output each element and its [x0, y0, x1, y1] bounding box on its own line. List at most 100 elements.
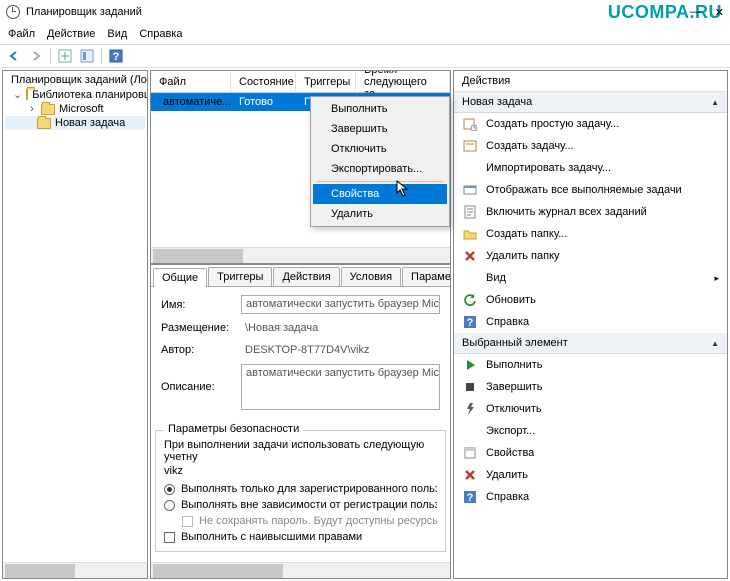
scrollbar-thumb[interactable]	[153, 564, 283, 578]
tree-library[interactable]: ⌄ Библиотека планировщ	[5, 87, 145, 102]
action-выполнить[interactable]: Выполнить	[454, 354, 727, 376]
tree-lib-label: Библиотека планировщ	[32, 89, 148, 101]
tab-conditions[interactable]: Условия	[341, 267, 401, 286]
action-удалить[interactable]: Удалить	[454, 464, 727, 486]
scrollbar-thumb[interactable]	[5, 564, 75, 578]
close-icon[interactable]: ✕	[715, 6, 724, 19]
action-отображать-все-выполняемые-задачи[interactable]: Отображать все выполняемые задачи	[454, 179, 727, 201]
delx-icon	[462, 248, 478, 264]
action-удалить-папку[interactable]: Удалить папку	[454, 245, 727, 267]
minimize-icon[interactable]: —	[690, 6, 701, 19]
action-создать-задачу-[interactable]: Создать задачу...	[454, 135, 727, 157]
action-label: Создать задачу...	[486, 140, 574, 152]
tab-params[interactable]: Параметры	[402, 267, 450, 286]
location-value: \Новая задача	[241, 320, 440, 336]
section-selected[interactable]: Выбранный элемент▲	[454, 333, 727, 354]
scrollbar-thumb[interactable]	[153, 249, 243, 263]
action-свойства[interactable]: Свойства	[454, 442, 727, 464]
description-label: Описание:	[161, 381, 241, 393]
section-new-task[interactable]: Новая задача▲	[454, 92, 727, 113]
ctx-export[interactable]: Экспортировать...	[313, 159, 447, 179]
ctx-delete[interactable]: Удалить	[313, 204, 447, 224]
check-no-password: Не сохранять пароль. Будут доступны ресу…	[164, 515, 437, 527]
collapse-icon[interactable]: ⌄	[13, 88, 22, 101]
action-label: Включить журнал всех заданий	[486, 206, 647, 218]
name-field[interactable]: автоматически запустить браузер Mic	[241, 295, 440, 314]
toolbar-btn-2[interactable]	[77, 46, 97, 66]
forward-button[interactable]	[26, 46, 46, 66]
menubar: Файл Действие Вид Справка	[0, 24, 730, 44]
action-справка[interactable]: ? Справка	[454, 311, 727, 333]
action-завершить[interactable]: Завершить	[454, 376, 727, 398]
expand-icon[interactable]: ›	[27, 103, 37, 115]
action-вид[interactable]: Вид▸	[454, 267, 727, 289]
action-label: Завершить	[486, 381, 542, 393]
action-экспорт-[interactable]: Экспорт...	[454, 420, 727, 442]
radio-label: Выполнять только для зарегистрированного…	[181, 483, 437, 495]
action-обновить[interactable]: Обновить	[454, 289, 727, 311]
action-label: Справка	[486, 316, 529, 328]
menu-view[interactable]: Вид	[107, 28, 127, 40]
menu-action[interactable]: Действие	[47, 28, 95, 40]
security-user: vikz	[164, 465, 437, 477]
general-form: Имя:автоматически запустить браузер Mic …	[151, 287, 450, 424]
check-highest-priv[interactable]: Выполнить с наивысшими правами	[164, 531, 437, 543]
ctx-end[interactable]: Завершить	[313, 119, 447, 139]
col-state[interactable]: Состояние	[231, 73, 296, 91]
folder-icon	[37, 118, 51, 129]
tab-general[interactable]: Общие	[153, 268, 207, 287]
action-создать-папку-[interactable]: Создать папку...	[454, 223, 727, 245]
window-title: Планировщик заданий	[26, 6, 142, 18]
security-legend: Параметры безопасности	[164, 423, 303, 435]
tab-actions[interactable]: Действия	[273, 267, 339, 286]
tree-microsoft[interactable]: › Microsoft	[5, 102, 145, 116]
tree-pane: Планировщик заданий (Лок ⌄ Библиотека пл…	[2, 70, 148, 579]
toolbar-btn-1[interactable]	[55, 46, 75, 66]
action-label: Обновить	[486, 294, 536, 306]
radio-any[interactable]: Выполнять вне зависимости от регистрации…	[164, 499, 437, 511]
back-button[interactable]	[4, 46, 24, 66]
check-label: Не сохранять пароль. Будут доступны ресу…	[199, 515, 437, 527]
task2-icon	[462, 138, 478, 154]
menu-help[interactable]: Справка	[139, 28, 182, 40]
separator	[317, 181, 443, 182]
tree-new-label: Новая задача	[55, 117, 125, 129]
tree-root[interactable]: Планировщик заданий (Лок	[5, 73, 145, 87]
tree-new-task[interactable]: Новая задача	[5, 116, 145, 130]
play-icon	[462, 357, 478, 373]
collapse-icon[interactable]: ▲	[711, 339, 719, 348]
action-импортировать-задачу-[interactable]: Импортировать задачу...	[454, 157, 727, 179]
description-field[interactable]: автоматически запустить браузер Mic	[241, 364, 440, 410]
action-отключить[interactable]: Отключить	[454, 398, 727, 420]
action-label: Вид	[486, 272, 506, 284]
folder-icon	[462, 226, 478, 242]
collapse-icon[interactable]: ▲	[711, 98, 719, 107]
menu-file[interactable]: Файл	[8, 28, 35, 40]
off-icon	[462, 401, 478, 417]
action-справка[interactable]: ?Справка	[454, 486, 727, 508]
col-triggers[interactable]: Триггеры	[296, 73, 356, 91]
window-controls: — ✕	[690, 6, 724, 19]
stop-icon	[462, 379, 478, 395]
ctx-disable[interactable]: Отключить	[313, 139, 447, 159]
svg-text:?: ?	[467, 317, 474, 329]
app-icon	[6, 5, 20, 19]
action-создать-простую-задачу-[interactable]: Создать простую задачу...	[454, 113, 727, 135]
action-label: Удалить	[486, 469, 528, 481]
ctx-run[interactable]: Выполнить	[313, 99, 447, 119]
actions-pane: Действия Новая задача▲ Создать простую з…	[453, 70, 728, 579]
security-text: При выполнении задачи использовать следу…	[164, 439, 437, 463]
help-icon: ?	[462, 489, 478, 505]
radio-icon	[164, 484, 175, 495]
col-file[interactable]: Файл	[151, 73, 231, 91]
svg-text:?: ?	[467, 492, 474, 504]
actions-title: Действия	[454, 71, 727, 92]
tab-triggers[interactable]: Триггеры	[208, 267, 272, 286]
radio-logged-on[interactable]: Выполнять только для зарегистрированного…	[164, 483, 437, 495]
ctx-properties[interactable]: Свойства	[313, 184, 447, 204]
help-icon: ?	[462, 314, 478, 330]
action-включить-журнал-всех-заданий[interactable]: Включить журнал всех заданий	[454, 201, 727, 223]
props-icon	[462, 445, 478, 461]
action-label: Экспорт...	[486, 425, 535, 437]
toolbar-help[interactable]: ?	[106, 46, 126, 66]
